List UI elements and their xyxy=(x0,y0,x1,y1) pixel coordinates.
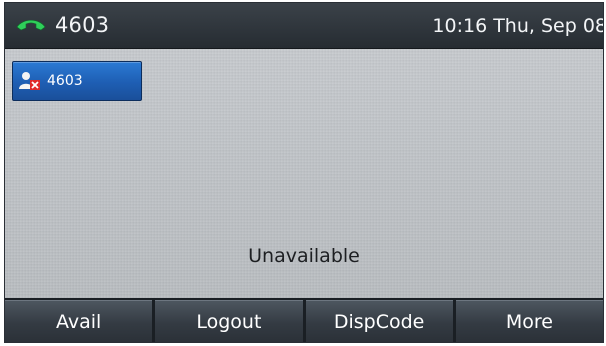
phone-screen: 4603 10:16 Thu, Sep 08 4603 Unavailable … xyxy=(4,2,604,343)
line-key-4603[interactable]: 4603 xyxy=(12,61,142,101)
avail-button[interactable]: Avail xyxy=(5,300,153,342)
status-bar: 4603 10:16 Thu, Sep 08 xyxy=(5,3,603,49)
account-number: 4603 xyxy=(55,13,110,37)
logout-button[interactable]: Logout xyxy=(155,300,303,342)
date-time: 10:16 Thu, Sep 08 xyxy=(432,15,604,37)
more-button[interactable]: More xyxy=(455,300,603,342)
dispcode-button[interactable]: DispCode xyxy=(305,300,453,342)
user-unavailable-icon xyxy=(19,71,41,91)
status-account: 4603 xyxy=(15,13,109,37)
phone-handset-icon xyxy=(15,16,47,34)
status-message: Unavailable xyxy=(248,245,360,267)
line-key-label: 4603 xyxy=(47,73,83,89)
softkey-bar: Avail Logout DispCode More xyxy=(5,298,603,342)
